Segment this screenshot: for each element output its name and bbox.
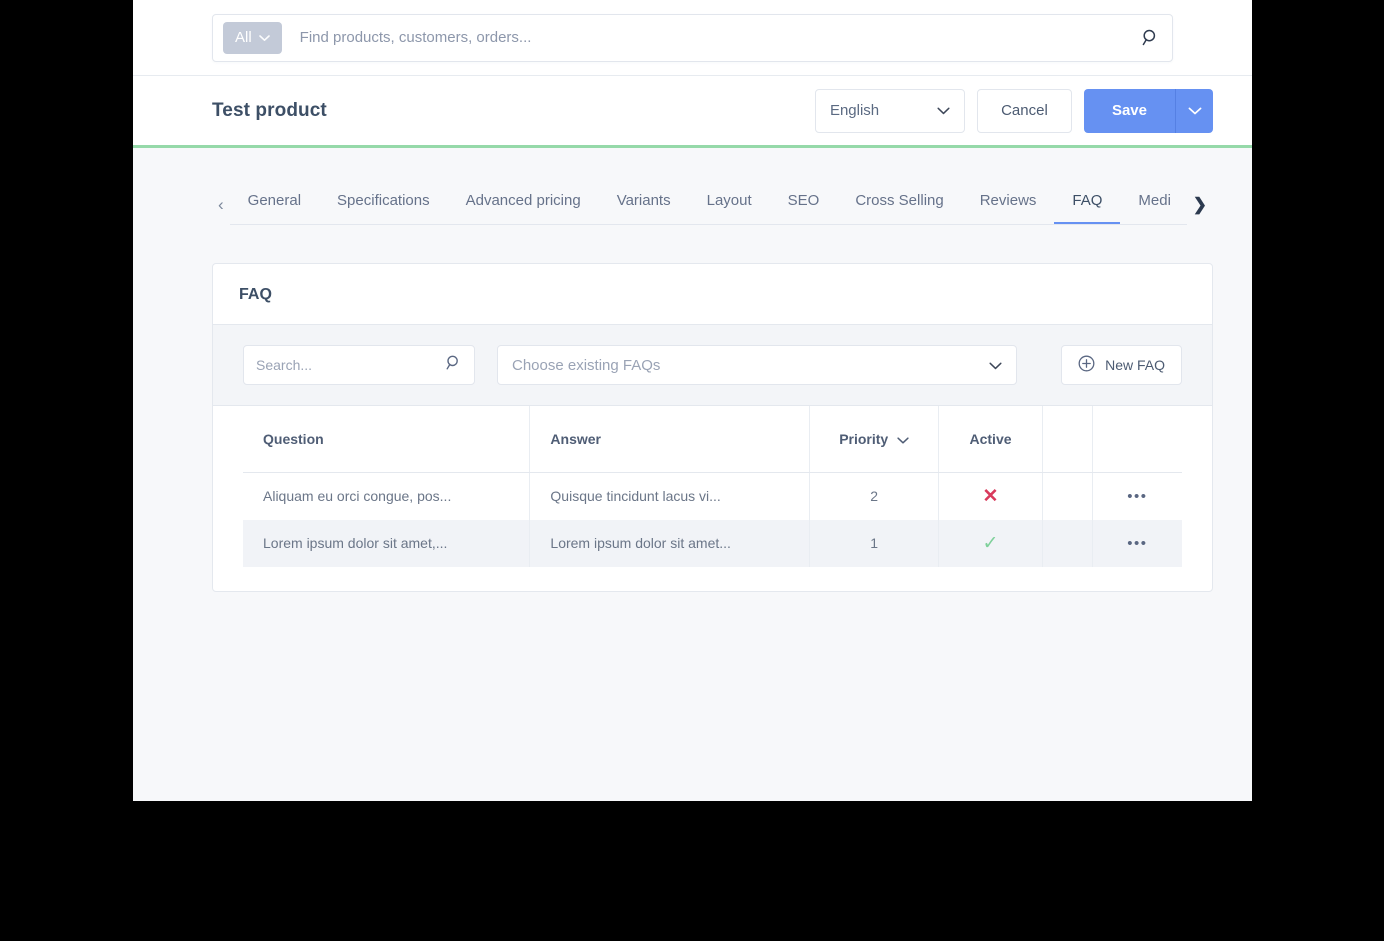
language-select[interactable]: English [814, 88, 965, 133]
chevron-down-icon [937, 102, 950, 119]
chevron-down-icon [989, 357, 1002, 374]
faq-table-wrapper: Question Answer Priority Active Aliquam … [213, 406, 1212, 591]
search-icon[interactable] [1141, 28, 1160, 47]
tab-reviews[interactable]: Reviews [962, 184, 1055, 224]
global-search-input[interactable] [281, 29, 1141, 46]
column-header-priority-label: Priority [839, 430, 889, 447]
tabs-scroll-left-icon[interactable]: ‹ [212, 196, 230, 225]
save-button[interactable]: Save [1083, 88, 1175, 133]
table-header-row: Question Answer Priority Active [243, 406, 1182, 473]
column-header-active[interactable]: Active [938, 406, 1043, 473]
tab-faq[interactable]: FAQ [1054, 184, 1121, 224]
faq-table-body: Aliquam eu orci congue, pos... Quisque t… [243, 472, 1182, 567]
header-actions: English Cancel Save [814, 88, 1213, 133]
cell-priority: 2 [809, 472, 940, 520]
tab-list: General Specifications Advanced pricing … [229, 184, 1187, 225]
existing-faqs-select-placeholder: Choose existing FAQs [512, 356, 661, 374]
cell-answer: Quisque tincidunt lacus vi... [529, 472, 811, 520]
tab-variants[interactable]: Variants [599, 184, 689, 224]
faq-card-title: FAQ [239, 286, 272, 303]
cell-active: ✓ [938, 519, 1043, 567]
save-options-button[interactable] [1175, 88, 1213, 133]
column-header-priority[interactable]: Priority [809, 406, 940, 473]
row-actions-icon[interactable]: ••• [1127, 488, 1147, 505]
tabs-scroll-right-icon[interactable]: ❯ [1187, 196, 1213, 225]
cell-actions[interactable]: ••• [1092, 472, 1182, 520]
global-search-bar: All [133, 0, 1252, 76]
column-header-spacer [1042, 406, 1093, 473]
page-header: Test product English Cancel Save [133, 76, 1252, 148]
cell-active: ✕ [938, 472, 1043, 520]
chevron-down-icon[interactable] [897, 431, 909, 447]
tab-seo[interactable]: SEO [770, 184, 838, 224]
cell-spacer [1042, 472, 1093, 520]
language-select-value: English [829, 102, 880, 119]
plus-circle-icon [1078, 355, 1095, 375]
faq-table-head: Question Answer Priority Active [243, 406, 1182, 473]
global-search-box[interactable]: All [212, 13, 1173, 62]
column-header-answer[interactable]: Answer [529, 406, 811, 473]
row-actions-icon[interactable]: ••• [1127, 535, 1147, 552]
chevron-down-icon [1188, 103, 1202, 118]
cell-priority: 1 [809, 519, 940, 567]
cell-question: Aliquam eu orci congue, pos... [243, 472, 531, 520]
existing-faqs-select[interactable]: Choose existing FAQs [497, 345, 1017, 385]
column-header-actions [1092, 406, 1182, 473]
tab-layout[interactable]: Layout [689, 184, 770, 224]
tab-bar: ‹ General Specifications Advanced pricin… [133, 148, 1252, 225]
app-viewport: All Test product English [133, 0, 1252, 801]
table-row[interactable]: Lorem ipsum dolor sit amet,... Lorem ips… [243, 519, 1182, 567]
save-button-group: Save [1083, 88, 1213, 133]
table-row[interactable]: Aliquam eu orci congue, pos... Quisque t… [243, 472, 1182, 520]
faq-toolbar: Choose existing FAQs New FAQ [213, 325, 1212, 406]
faq-table: Question Answer Priority Active Aliquam … [243, 406, 1182, 567]
chevron-down-icon [258, 29, 270, 46]
cancel-button[interactable]: Cancel [976, 88, 1072, 133]
tab-cross-selling[interactable]: Cross Selling [837, 184, 961, 224]
column-header-question[interactable]: Question [243, 406, 531, 473]
cross-icon: ✕ [982, 485, 999, 507]
cell-spacer [1042, 519, 1093, 567]
cell-answer: Lorem ipsum dolor sit amet... [529, 519, 811, 567]
faq-search-box[interactable] [243, 345, 475, 385]
tab-advanced-pricing[interactable]: Advanced pricing [448, 184, 599, 224]
faq-search-input[interactable] [256, 357, 445, 373]
search-scope-dropdown[interactable]: All [223, 21, 282, 54]
faq-card-header: FAQ [213, 264, 1212, 325]
tab-media[interactable]: Medi [1120, 184, 1186, 224]
faq-card: FAQ Choose existing FAQs [212, 263, 1213, 592]
search-icon[interactable] [445, 354, 462, 376]
new-faq-button[interactable]: New FAQ [1061, 345, 1182, 385]
new-faq-button-label: New FAQ [1105, 357, 1165, 373]
tab-specifications[interactable]: Specifications [319, 184, 448, 224]
search-scope-label: All [235, 29, 252, 46]
page-title: Test product [212, 99, 327, 121]
cell-question: Lorem ipsum dolor sit amet,... [243, 519, 531, 567]
tab-general[interactable]: General [230, 184, 319, 224]
check-icon: ✓ [982, 532, 999, 554]
cell-actions[interactable]: ••• [1092, 519, 1182, 567]
